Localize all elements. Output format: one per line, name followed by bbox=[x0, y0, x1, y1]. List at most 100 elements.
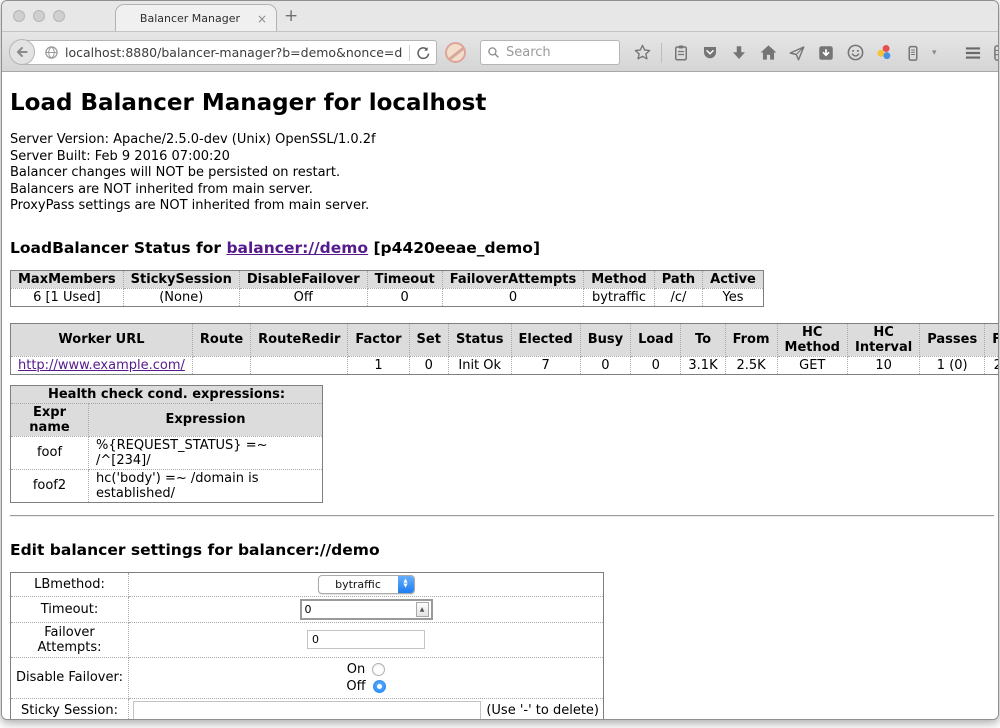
search-bar[interactable] bbox=[480, 40, 620, 65]
col-from: From bbox=[725, 323, 777, 356]
col-passes: Passes bbox=[920, 323, 985, 356]
home-icon[interactable] bbox=[758, 43, 778, 63]
new-tab-button[interactable]: + bbox=[284, 6, 298, 26]
cell-timeout: 0 bbox=[367, 288, 442, 306]
disable-failover-row: Disable Failover: On Off bbox=[11, 657, 604, 698]
select-arrows-icon: ▲▼ bbox=[398, 576, 414, 593]
cell-to: 3.1K bbox=[681, 356, 725, 374]
status-heading-prefix: LoadBalancer Status for bbox=[10, 239, 226, 257]
cell-from: 2.5K bbox=[725, 356, 777, 374]
grid-icon[interactable] bbox=[992, 43, 999, 63]
timeout-label: Timeout: bbox=[11, 596, 129, 622]
section-divider bbox=[10, 515, 994, 517]
cell-method: bytraffic bbox=[584, 288, 654, 306]
sticky-hint: (Use '-' to delete) bbox=[486, 703, 599, 718]
number-stepper-icon[interactable]: ▲ bbox=[416, 602, 429, 617]
status-heading-suffix: [p4420eeae_demo] bbox=[368, 239, 540, 257]
col-elected: Elected bbox=[511, 323, 580, 356]
sticky-label: Sticky Session: bbox=[11, 698, 129, 720]
cell-elected: 7 bbox=[511, 356, 580, 374]
window-close-button[interactable] bbox=[13, 10, 25, 22]
edit-balancer-form: LBmethod: bytraffic ▲▼ Timeout: ▲ bbox=[10, 572, 604, 721]
globe-icon bbox=[44, 45, 59, 60]
menu-icon[interactable] bbox=[963, 43, 983, 63]
sticky-session-row: Sticky Session: (Use '-' to delete) bbox=[11, 698, 604, 720]
failover-input[interactable] bbox=[307, 630, 425, 649]
radio-on-label: On bbox=[347, 661, 365, 678]
send-plane-icon[interactable] bbox=[787, 43, 807, 63]
col-path: Path bbox=[654, 270, 702, 288]
worker-url-link[interactable]: http://www.example.com/ bbox=[18, 358, 185, 373]
col-fails: Fails bbox=[985, 323, 998, 356]
search-input[interactable] bbox=[506, 45, 613, 60]
cell-disablefailover: Off bbox=[239, 288, 367, 306]
worker-table-header-row: Worker URL Route RouteRedir Factor Set S… bbox=[11, 323, 999, 356]
cell-expression-1: %{REQUEST_STATUS} =~ /^[234]/ bbox=[89, 436, 323, 469]
disable-failover-label: Disable Failover: bbox=[11, 657, 129, 698]
col-disablefailover: DisableFailover bbox=[239, 270, 367, 288]
url-bar[interactable] bbox=[23, 40, 437, 65]
col-routeredir: RouteRedir bbox=[251, 323, 348, 356]
url-separator bbox=[409, 45, 410, 61]
timeout-row: Timeout: ▲ bbox=[11, 596, 604, 622]
cell-set: 0 bbox=[409, 356, 448, 374]
clipboard-icon[interactable] bbox=[671, 43, 691, 63]
col-stickysession: StickySession bbox=[123, 270, 239, 288]
pocket-icon[interactable] bbox=[700, 43, 720, 63]
blocked-icon[interactable] bbox=[445, 42, 466, 63]
timeout-input[interactable] bbox=[302, 603, 416, 616]
lbmethod-select[interactable]: bytraffic ▲▼ bbox=[318, 575, 415, 594]
smiley-icon[interactable] bbox=[845, 43, 865, 63]
lbmethod-selected-value: bytraffic bbox=[319, 576, 398, 593]
col-to: To bbox=[681, 323, 725, 356]
battery-icon[interactable] bbox=[903, 43, 923, 63]
cell-fails: 2 (0) bbox=[985, 356, 998, 374]
col-busy: Busy bbox=[580, 323, 630, 356]
window-zoom-button[interactable] bbox=[53, 10, 65, 22]
cell-passes: 1 (0) bbox=[920, 356, 985, 374]
cell-expr-name-2: foof2 bbox=[11, 469, 89, 502]
cell-route bbox=[192, 356, 250, 374]
tab-close-icon[interactable]: × bbox=[256, 12, 268, 26]
cell-busy: 0 bbox=[580, 356, 630, 374]
lbmethod-row: LBmethod: bytraffic ▲▼ bbox=[11, 572, 604, 596]
balancer-table-row: 6 [1 Used] (None) Off 0 0 bytraffic /c/ … bbox=[11, 288, 764, 306]
server-built: Server Built: Feb 9 2016 07:00:20 bbox=[10, 149, 990, 166]
cell-active: Yes bbox=[703, 288, 764, 306]
back-button[interactable] bbox=[9, 39, 35, 65]
reload-icon[interactable] bbox=[416, 46, 430, 60]
col-expr-name: Expr name bbox=[11, 403, 89, 436]
col-method: Method bbox=[584, 270, 654, 288]
balancer-link[interactable]: balancer://demo bbox=[226, 239, 368, 257]
disable-failover-on-radio[interactable] bbox=[372, 663, 385, 676]
health-table-title: Health check cond. expressions: bbox=[11, 385, 323, 403]
edit-heading: Edit balancer settings for balancer://de… bbox=[10, 541, 990, 559]
download-arrow-icon[interactable] bbox=[729, 43, 749, 63]
col-status: Status bbox=[448, 323, 511, 356]
disable-failover-off-radio[interactable] bbox=[373, 680, 386, 693]
bookmark-star-icon[interactable] bbox=[632, 43, 652, 63]
timeout-field-wrap: ▲ bbox=[300, 599, 433, 620]
dropdown-caret-icon[interactable]: ▾ bbox=[932, 48, 937, 58]
page-content: Load Balancer Manager for localhost Serv… bbox=[2, 72, 998, 720]
color-dots-icon[interactable] bbox=[874, 43, 894, 63]
col-hc-interval: HC Interval bbox=[847, 323, 919, 356]
notice-balancers: Balancers are NOT inherited from main se… bbox=[10, 182, 990, 199]
notice-proxypass: ProxyPass settings are NOT inherited fro… bbox=[10, 198, 990, 215]
sticky-session-input[interactable] bbox=[133, 701, 481, 720]
col-factor: Factor bbox=[348, 323, 409, 356]
col-set: Set bbox=[409, 323, 448, 356]
window-controls bbox=[13, 10, 65, 22]
balancer-table: MaxMembers StickySession DisableFailover… bbox=[10, 270, 764, 307]
tab-title: Balancer Manager bbox=[124, 12, 256, 25]
toolbar-separator bbox=[661, 43, 662, 63]
window-minimize-button[interactable] bbox=[33, 10, 45, 22]
health-table-row: foof2 hc('body') =~ /domain is establish… bbox=[11, 469, 323, 502]
url-input[interactable] bbox=[65, 45, 403, 60]
browser-tab[interactable]: Balancer Manager × bbox=[115, 4, 277, 32]
lbmethod-label: LBmethod: bbox=[11, 572, 129, 596]
cell-hc-method: GET bbox=[777, 356, 847, 374]
search-icon bbox=[487, 46, 500, 59]
health-table-title-row: Health check cond. expressions: bbox=[11, 385, 323, 403]
save-box-icon[interactable] bbox=[816, 43, 836, 63]
